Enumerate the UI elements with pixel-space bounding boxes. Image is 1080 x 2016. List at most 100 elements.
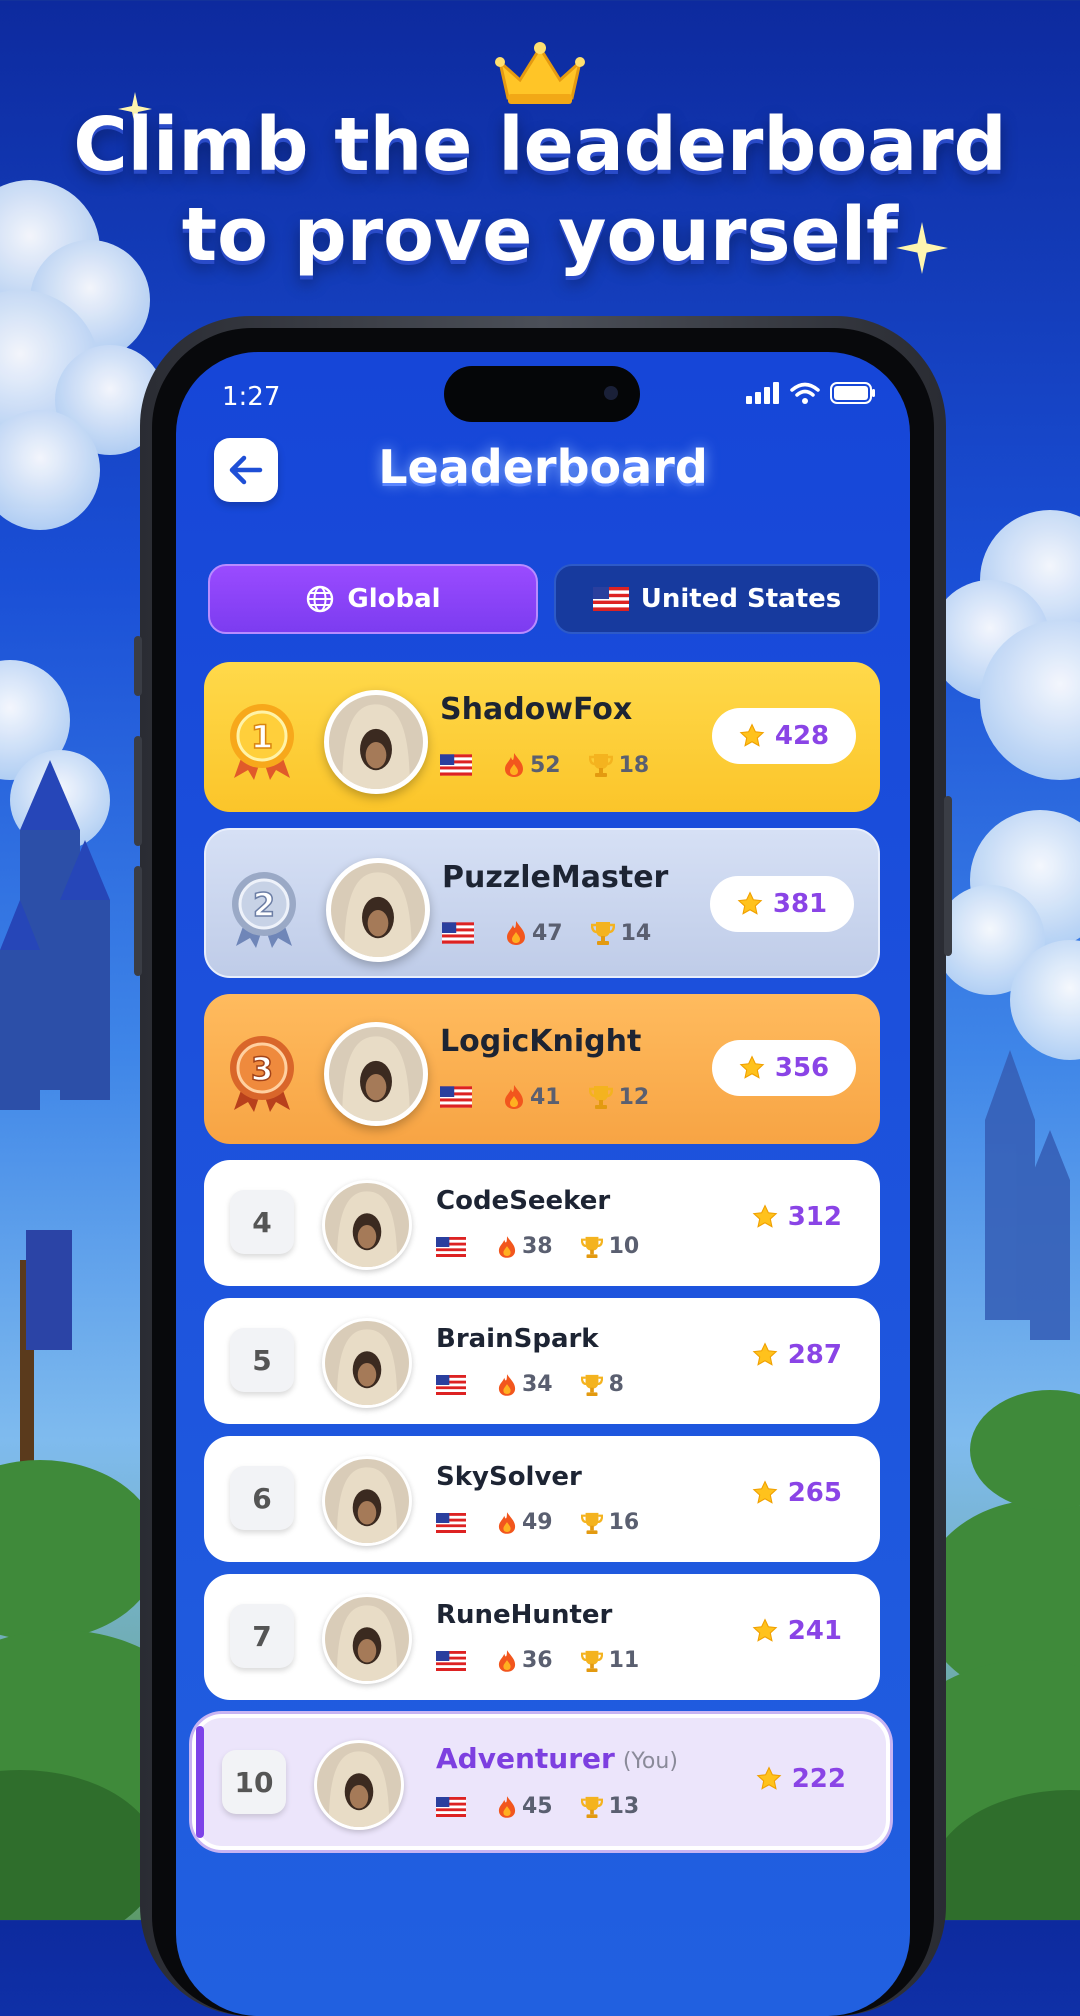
streak-stat: 52 [504,752,561,778]
streak-stat: 41 [504,1084,561,1110]
phone-side-button [134,866,142,976]
tab-global[interactable]: Global [208,564,538,634]
trophy-stat: 14 [590,920,651,946]
avatar [326,858,430,962]
score-value: 287 [787,1340,842,1370]
leaderboard-row-3[interactable]: 3 LogicKnight 41 12 356 [204,994,880,1144]
promo-headline: Climb the leaderboard to prove yourself [0,100,1080,280]
headline-line-1: Climb the leaderboard [73,102,1007,188]
fire-icon [505,753,523,777]
score-badge: 356 [712,1040,856,1096]
score-badge: 428 [712,708,856,764]
player-stats: 34 8 [436,1372,642,1397]
hooded-avatar-icon [317,1743,401,1827]
us-flag-icon [436,1374,466,1395]
leaderboard-row-1[interactable]: 1 ShadowFox 52 18 428 [204,662,880,812]
score-badge: 381 [710,876,854,932]
hooded-avatar-icon [325,1597,409,1681]
streak-stat: 36 [498,1648,553,1673]
score-badge: 222 [756,1764,846,1794]
streak-count: 38 [522,1234,553,1259]
fire-icon [498,1649,516,1672]
us-flag-icon [440,754,472,776]
leaderboard-row-6[interactable]: 6 SkySolver 49 16 265 [204,1436,880,1562]
score-value: 428 [774,721,830,751]
player-name: LogicKnight [440,1024,642,1059]
trophy-count: 8 [608,1372,624,1397]
headline-line-2: to prove yourself [181,192,899,278]
player-stats: 49 16 [436,1510,657,1535]
app-screen: 1:27 Leaderboard Global United States 1 … [176,352,910,2016]
player-stats: 47 14 [442,920,669,946]
status-time: 1:27 [222,382,281,412]
player-stats: 41 12 [440,1084,667,1110]
phone-frame: 1:27 Leaderboard Global United States 1 … [134,316,952,2016]
trophy-count: 10 [608,1234,640,1259]
trophy-icon [580,1236,603,1258]
gold-medal-icon: 1 [230,704,294,780]
crown-icon [495,42,585,104]
streak-count: 36 [522,1648,553,1673]
streak-count: 45 [522,1794,553,1819]
silver-medal-icon: 2 [232,872,296,948]
star-icon [739,723,765,747]
us-flag-icon [436,1236,466,1257]
trophy-stat: 11 [580,1648,640,1673]
leaderboard-row-7[interactable]: 7 RuneHunter 36 11 241 [204,1574,880,1700]
trophy-stat: 10 [580,1234,640,1259]
streak-count: 52 [530,752,561,778]
hooded-avatar-icon [329,695,423,789]
streak-count: 34 [522,1372,553,1397]
us-flag-icon [436,1650,466,1671]
streak-stat: 49 [498,1510,553,1535]
player-name: RuneHunter [436,1600,613,1630]
trophy-icon [580,1650,603,1672]
fire-icon [505,1085,523,1109]
trophy-count: 12 [618,1084,650,1110]
rank-number: 6 [230,1466,294,1530]
leaderboard-row-5[interactable]: 5 BrainSpark 34 8 287 [204,1298,880,1424]
rank-number: 4 [230,1190,294,1254]
avatar [324,690,428,794]
trophy-count: 13 [608,1794,640,1819]
avatar [322,1318,412,1408]
trophy-icon [590,922,615,945]
trophy-count: 11 [608,1648,640,1673]
score-value: 356 [774,1053,830,1083]
signal-icon [746,382,779,404]
trophy-icon [580,1512,603,1534]
rank-number: 7 [230,1604,294,1668]
leaderboard-row-2[interactable]: 2 PuzzleMaster 47 14 381 [204,828,880,978]
rank-number: 5 [230,1328,294,1392]
status-icons [746,382,876,404]
player-name: SkySolver [436,1462,582,1492]
tab-united-states[interactable]: United States [554,564,880,634]
current-user-name: Adventurer [436,1742,615,1775]
score-badge: 265 [752,1478,842,1508]
avatar [322,1180,412,1270]
score-value: 312 [787,1202,842,1232]
streak-stat: 38 [498,1234,553,1259]
bronze-medal-icon: 3 [230,1036,294,1112]
star-icon [756,1766,782,1790]
leaderboard-row-current-user[interactable]: 10 Adventurer (You) 45 13 222 [192,1714,890,1850]
phone-side-button [134,636,142,696]
leaderboard-row-4[interactable]: 4 CodeSeeker 38 10 312 [204,1160,880,1286]
avatar [322,1456,412,1546]
trophy-stat: 16 [580,1510,639,1535]
player-stats: 45 13 [436,1794,657,1819]
phone-side-button [944,796,952,956]
tab-label: Global [347,584,441,614]
us-flag-icon [436,1512,466,1533]
fire-icon [507,921,525,945]
streak-stat: 34 [498,1372,553,1397]
star-icon [752,1480,778,1504]
trophy-icon [580,1796,603,1818]
us-flag-icon [592,587,629,611]
trophy-icon [588,754,613,777]
score-value: 381 [772,889,828,919]
trophy-count: 18 [618,752,650,778]
score-badge: 312 [752,1202,842,1232]
hooded-avatar-icon [325,1183,409,1267]
rank-number: 10 [222,1750,286,1814]
